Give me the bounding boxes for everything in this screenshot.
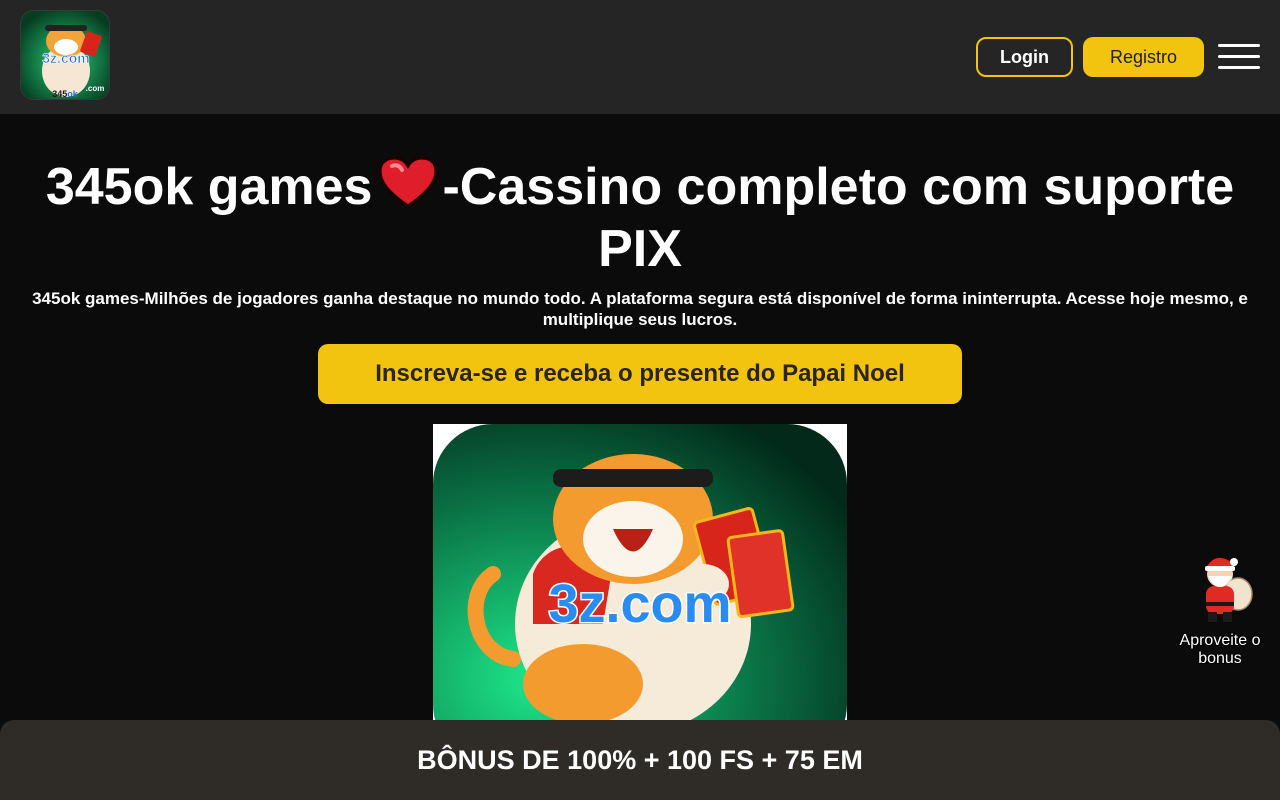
menu-bar (1218, 55, 1260, 58)
menu-bar (1218, 66, 1260, 69)
register-button[interactable]: Registro (1083, 37, 1204, 77)
hero-image: 3z.com (433, 424, 847, 720)
title-part-2: -Cassino completo com suporte PIX (442, 158, 1235, 278)
logo-text: 3z.com (42, 50, 89, 66)
hero-text: 3z.com (548, 574, 731, 634)
svg-text:345ok: 345ok (52, 89, 79, 99)
santa-bonus-label: Aproveite o bonus (1179, 632, 1261, 667)
santa-bonus-widget[interactable]: Aproveite o bonus (1170, 552, 1270, 672)
tiger-logo-icon: 3z.com 345ok .com (21, 11, 109, 99)
svg-text:.com: .com (86, 84, 105, 93)
page-title: 345ok games -Cassino completo com suport… (40, 156, 1240, 280)
login-button[interactable]: Login (976, 37, 1073, 77)
bonus-bar-label: BÔNUS DE 100% + 100 FS + 75 EM (417, 744, 863, 775)
page-subtitle: 345ok games-Milhões de jogadores ganha d… (32, 289, 1248, 329)
heart-icon (378, 156, 438, 208)
site-logo[interactable]: 3z.com 345ok .com (20, 10, 110, 100)
signup-bonus-button[interactable]: Inscreva-se e receba o presente do Papai… (318, 344, 962, 404)
menu-bar (1218, 44, 1260, 47)
bonus-bar[interactable]: BÔNUS DE 100% + 100 FS + 75 EM (0, 720, 1280, 800)
tiger-mascot-icon: 3z.com (433, 424, 847, 720)
santa-icon (1205, 557, 1253, 622)
site-header: 3z.com 345ok .com Login Registro (0, 0, 1280, 114)
title-part-1: 345ok games (45, 158, 373, 216)
hamburger-menu-icon[interactable] (1218, 43, 1260, 71)
